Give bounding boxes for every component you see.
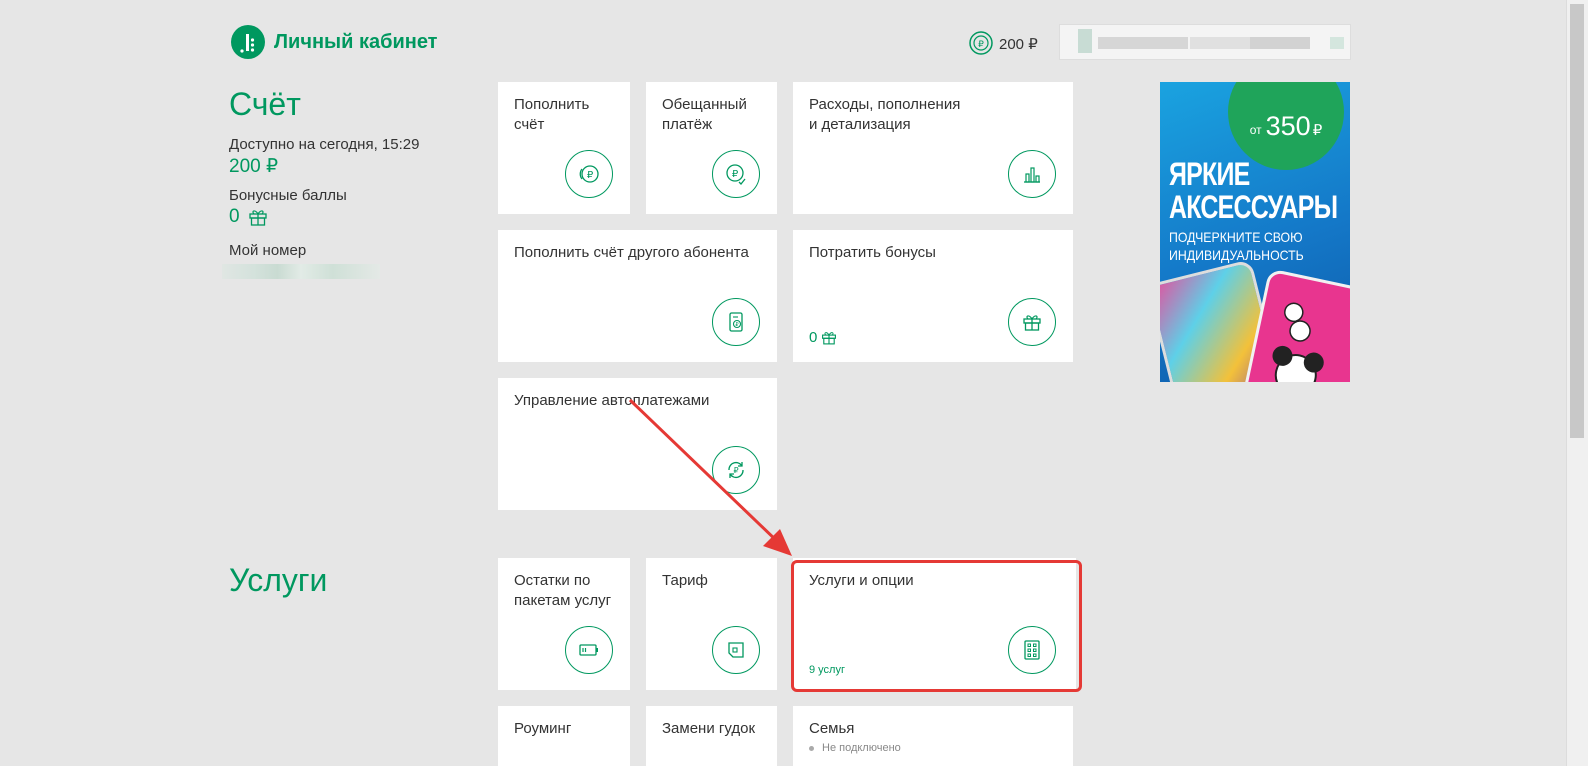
family-status-text: Не подключено xyxy=(822,742,901,754)
tile-title: Пополнить счёт другого абонента xyxy=(514,244,749,261)
tile-title: Остатки по пакетам услуг xyxy=(514,572,612,609)
promised-payment-tile[interactable]: Обещанный платёж ₽ xyxy=(646,82,777,214)
banner-headline-line: ЯРКИЕ xyxy=(1169,156,1250,192)
tile-title: Семья xyxy=(809,720,855,737)
annotation-arrow-icon xyxy=(628,398,792,556)
available-label: Доступно на сегодня, 15:29 xyxy=(229,136,420,153)
banner-headline: ЯРКИЕ АКСЕССУАРЫ xyxy=(1169,156,1338,225)
promised-payment-icon: ₽ xyxy=(712,150,760,198)
obscured-user-name xyxy=(1330,37,1344,49)
sim-card-icon xyxy=(712,626,760,674)
svg-text:₽: ₽ xyxy=(978,40,984,50)
svg-text:₽: ₽ xyxy=(732,169,739,180)
user-profile-button[interactable] xyxy=(1059,24,1351,60)
top-up-other-tile[interactable]: Пополнить счёт другого абонента ₽ xyxy=(498,230,777,362)
status-dot-icon xyxy=(809,745,814,751)
logo-glyph-icon xyxy=(240,34,255,53)
banner-subtitle-line: ИНДИВИДУАЛЬНОСТЬ xyxy=(1169,247,1304,263)
family-tile[interactable]: Семья Не подключено xyxy=(793,706,1073,766)
obscured-phone-number xyxy=(222,264,380,279)
expenses-details-tile[interactable]: Расходы, пополнения и детализация xyxy=(793,82,1073,214)
coins-icon: ₽ xyxy=(565,150,613,198)
tile-title: Замени гудок xyxy=(662,720,756,737)
tariff-tile[interactable]: Тариф xyxy=(646,558,777,690)
tile-title: Тариф xyxy=(662,572,708,589)
package-balance-tile[interactable]: Остатки по пакетам услуг xyxy=(498,558,630,690)
bonus-label: Бонусные баллы xyxy=(229,187,347,204)
tile-bonus-value: 0 xyxy=(809,329,818,346)
balance-coin-icon: ₽ xyxy=(969,31,993,55)
account-heading: Счёт xyxy=(229,86,301,122)
phone-transfer-icon: ₽ xyxy=(712,298,760,346)
obscured-avatar xyxy=(1078,29,1092,53)
ringback-tone-tile[interactable]: Замени гудок xyxy=(646,706,777,766)
header-balance[interactable]: 200 ₽ xyxy=(999,35,1038,53)
bar-chart-icon xyxy=(1008,150,1056,198)
scrollbar-thumb[interactable] xyxy=(1570,4,1584,438)
roaming-tile[interactable]: Роуминг xyxy=(498,706,630,766)
obscured-user-name xyxy=(1190,37,1250,49)
family-status: Не подключено xyxy=(809,742,901,754)
gift-icon xyxy=(1008,298,1056,346)
banner-headline-line: АКСЕССУАРЫ xyxy=(1169,189,1338,225)
spend-bonuses-tile[interactable]: Потратить бонусы 0 xyxy=(793,230,1073,362)
tile-title: Расходы, пополнения и детализация xyxy=(809,96,961,133)
banner-subtitle-line: ПОДЧЕРКНИТЕ СВОЮ xyxy=(1169,229,1303,245)
gift-icon xyxy=(248,210,267,226)
tile-title: Пополнить счёт xyxy=(514,96,590,133)
bonus-points-value: 0 xyxy=(229,206,240,227)
top-up-tile[interactable]: Пополнить счёт ₽ xyxy=(498,82,630,214)
gift-icon xyxy=(822,332,837,345)
brand-logo-icon[interactable] xyxy=(231,25,265,59)
banner-price-prefix: от xyxy=(1249,123,1262,137)
page-scrollbar[interactable] xyxy=(1566,0,1588,766)
obscured-user-name xyxy=(1098,37,1188,49)
services-heading: Услуги xyxy=(229,562,328,598)
promo-banner[interactable]: от 350 ₽ ЯРКИЕ АКСЕССУАРЫ ПОДЧЕРКНИТЕ СВ… xyxy=(1160,82,1350,382)
svg-text:₽: ₽ xyxy=(587,170,594,181)
annotation-highlight-box xyxy=(791,560,1082,692)
tile-bonus-count: 0 xyxy=(809,329,837,346)
banner-subtitle: ПОДЧЕРКНИТЕ СВОЮ ИНДИВИДУАЛЬНОСТЬ xyxy=(1169,228,1304,264)
battery-icon xyxy=(565,626,613,674)
bonus-points: 0 xyxy=(229,206,268,228)
tile-title: Обещанный платёж xyxy=(662,96,747,133)
obscured-user-name xyxy=(1250,37,1310,49)
tile-title: Потратить бонусы xyxy=(809,244,936,261)
banner-price-amount: 350 xyxy=(1265,110,1311,141)
tile-title: Роуминг xyxy=(514,720,572,737)
app-title[interactable]: Личный кабинет xyxy=(274,31,437,54)
banner-price-currency: ₽ xyxy=(1312,122,1323,139)
my-number-label: Мой номер xyxy=(229,242,307,259)
available-balance: 200 ₽ xyxy=(229,156,279,177)
